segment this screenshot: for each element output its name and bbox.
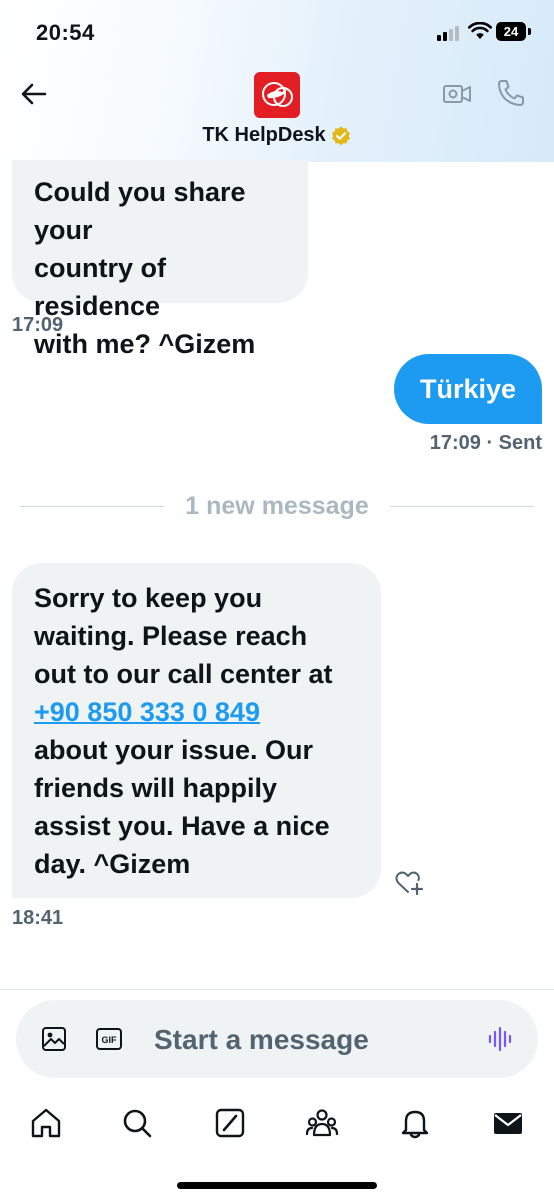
- gif-icon[interactable]: GIF: [96, 1028, 122, 1050]
- messages-icon[interactable]: [491, 1106, 525, 1140]
- message-timestamp: 18:41: [12, 907, 64, 929]
- page-title: TK HelpDesk: [202, 124, 326, 146]
- search-icon[interactable]: [120, 1106, 154, 1140]
- message-line: friends will happily: [34, 773, 278, 803]
- avatar[interactable]: [254, 72, 300, 118]
- voice-message-icon[interactable]: [486, 1026, 514, 1052]
- message-bubble-incoming[interactable]: Could you share your country of residenc…: [12, 160, 308, 359]
- video-call-icon[interactable]: [442, 80, 472, 108]
- message-bubble-incoming[interactable]: Sorry to keep you waiting. Please reach …: [12, 563, 381, 898]
- battery-cap: [528, 28, 531, 35]
- message-line: day. ^Gizem: [34, 849, 191, 879]
- home-indicator: [177, 1182, 377, 1189]
- message-line: assist you. Have a nice: [34, 811, 330, 841]
- cellular-signal-icon: [437, 25, 463, 41]
- home-icon[interactable]: [29, 1106, 63, 1140]
- add-reaction-heart-icon[interactable]: [394, 868, 424, 896]
- message-status: · Sent: [486, 432, 542, 454]
- grok-icon[interactable]: [213, 1106, 247, 1140]
- gif-label: GIF: [102, 1035, 118, 1045]
- message-line: waiting. Please reach: [34, 621, 308, 651]
- divider-line: [390, 506, 534, 507]
- message-bubble-outgoing[interactable]: Türkiye: [394, 354, 542, 424]
- image-icon[interactable]: [40, 1025, 68, 1053]
- status-bar: 20:54 24: [0, 0, 554, 64]
- conversation-header: TK HelpDesk: [0, 64, 554, 162]
- wifi-icon: [468, 22, 492, 39]
- back-arrow-icon[interactable]: [18, 78, 50, 110]
- turkish-airlines-logo-icon: [262, 82, 293, 107]
- message-line: with me? ^Gizem: [34, 329, 256, 359]
- battery-indicator: 24: [496, 22, 526, 41]
- message-timestamp: 17:09: [12, 314, 64, 336]
- notifications-icon[interactable]: [398, 1106, 432, 1140]
- composer-divider: [0, 989, 554, 990]
- bottom-tab-bar: [0, 1100, 554, 1150]
- message-timestamp-sent: 17:09 · Sent: [430, 432, 542, 455]
- message-composer: GIF: [16, 1000, 538, 1078]
- new-message-divider: 1 new message: [0, 490, 554, 524]
- message-line: Sorry to keep you: [34, 583, 263, 613]
- phone-call-icon[interactable]: [496, 78, 526, 108]
- verified-badge-icon: [331, 125, 350, 145]
- message-line: Could you share your: [34, 177, 246, 245]
- status-time: 20:54: [36, 20, 95, 45]
- message-line: country of residence: [34, 253, 166, 321]
- message-line: out to our call center at: [34, 659, 333, 689]
- communities-icon[interactable]: [305, 1106, 339, 1140]
- conversation-title[interactable]: TK HelpDesk: [0, 124, 554, 147]
- message-input[interactable]: [152, 1016, 456, 1064]
- message-timestamp: 17:09: [429, 432, 481, 454]
- phone-number-link[interactable]: +90 850 333 0 849: [34, 693, 363, 731]
- message-line: about your issue. Our: [34, 735, 314, 765]
